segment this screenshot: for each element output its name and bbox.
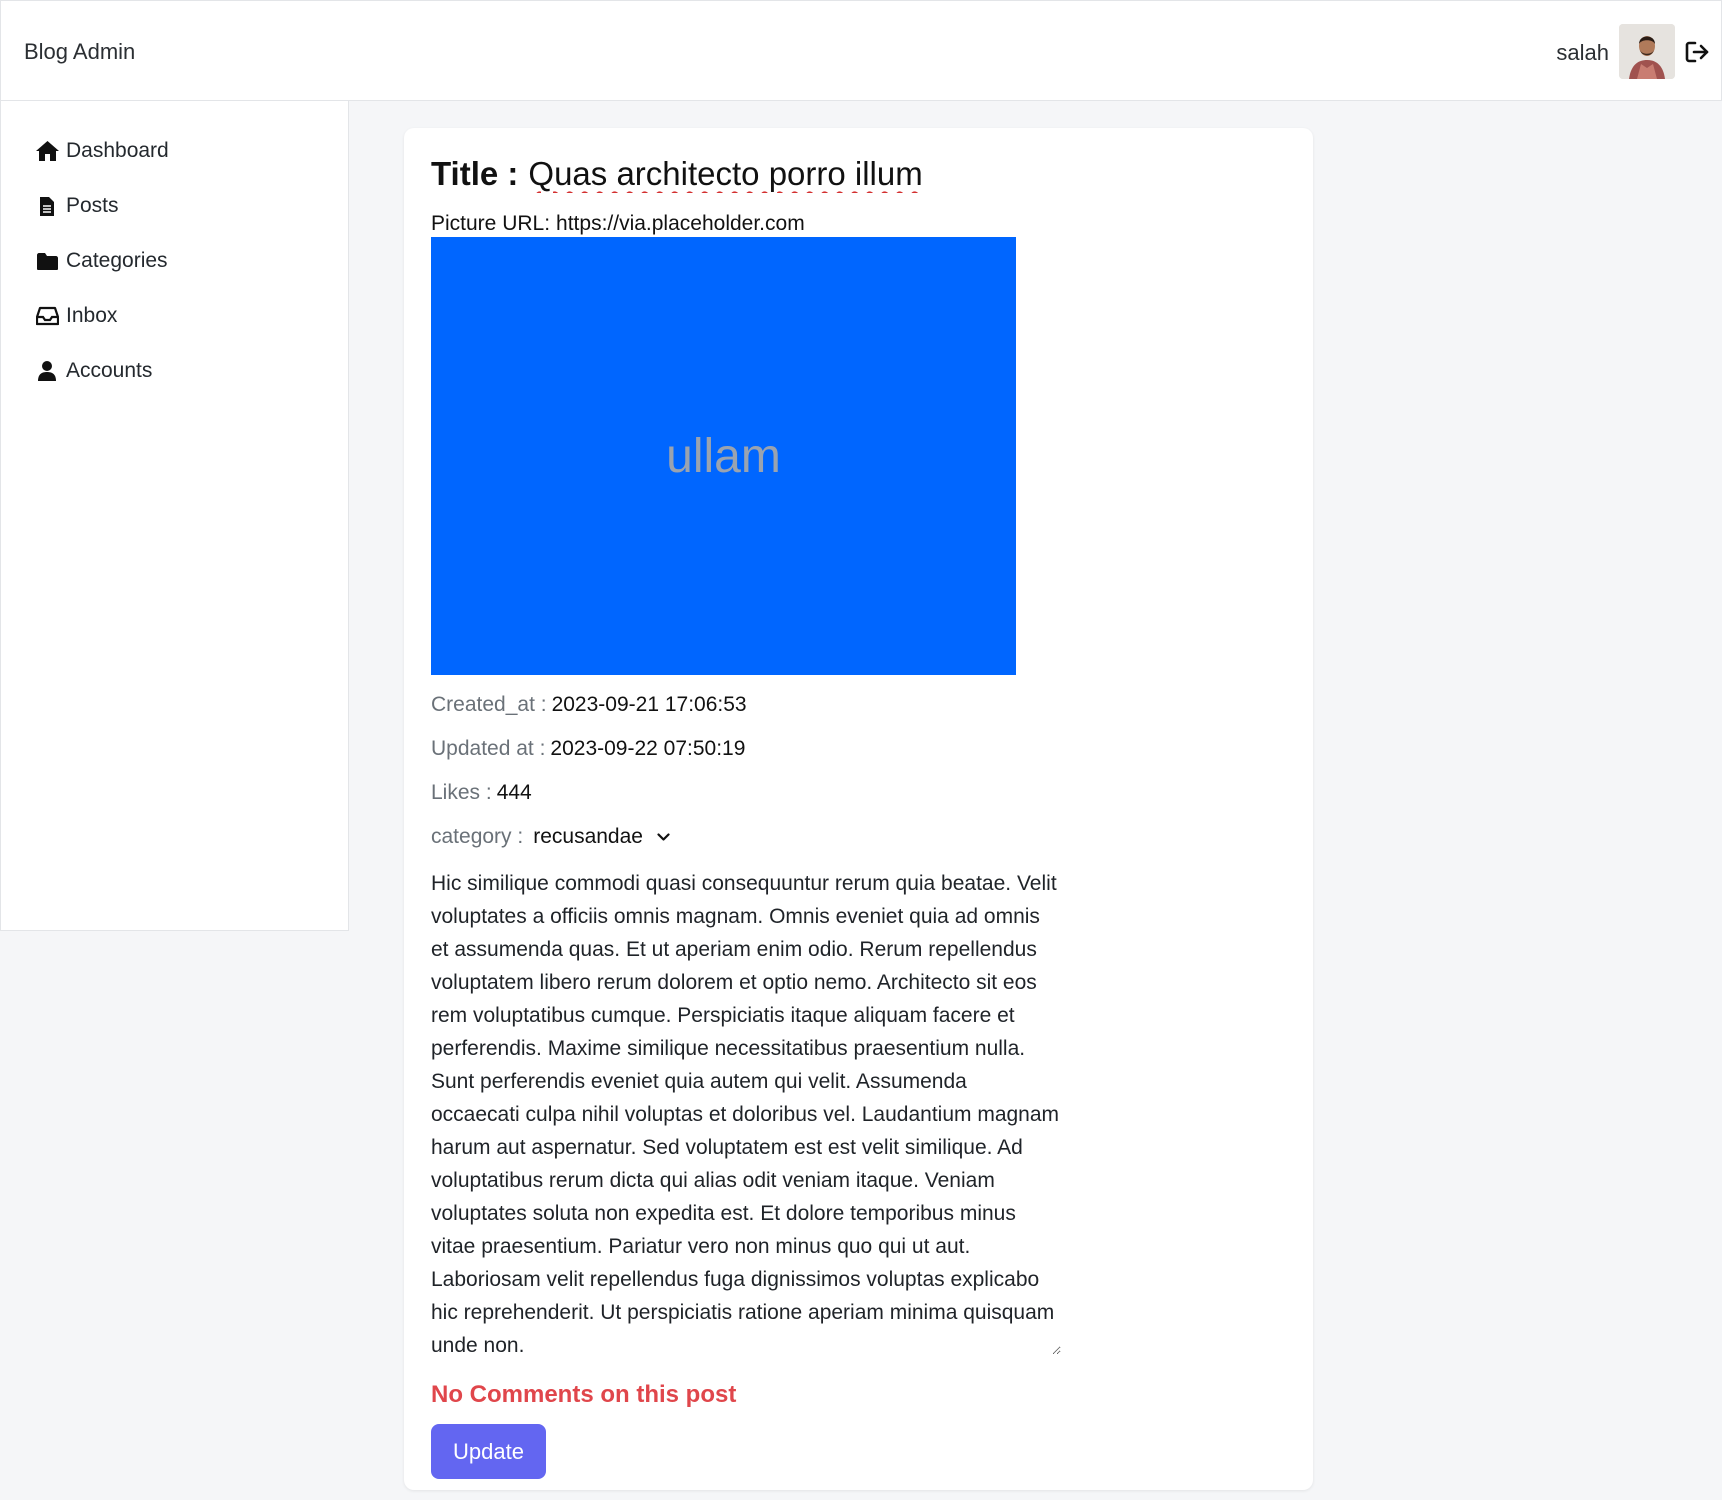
folder-icon — [34, 252, 60, 271]
likes-label: Likes : — [431, 781, 492, 804]
logout-button[interactable] — [1685, 40, 1711, 64]
inbox-icon — [34, 306, 60, 326]
post-image-text: ullam — [666, 429, 781, 483]
sidebar-item-posts[interactable]: Posts — [34, 189, 119, 223]
picture-url-label: Picture URL: — [431, 212, 551, 235]
sidebar-item-inbox[interactable]: Inbox — [34, 299, 117, 333]
update-button[interactable]: Update — [431, 1424, 546, 1479]
sidebar-item-categories[interactable]: Categories — [34, 244, 168, 278]
picture-url-row: Picture URL: — [431, 210, 807, 238]
no-comments-message: No Comments on this post — [431, 1381, 737, 1408]
updated-at-label: Updated at : — [431, 737, 546, 760]
sidebar-item-label: Inbox — [66, 304, 118, 327]
avatar-image — [1619, 24, 1675, 79]
sidebar: Dashboard Posts Categories Inbox Account… — [0, 101, 349, 931]
chevron-down-icon — [657, 832, 670, 841]
sign-out-icon — [1685, 41, 1709, 63]
updated-at-row: Updated at : 2023-09-22 07:50:19 — [431, 734, 745, 764]
created-at-value: 2023-09-21 17:06:53 — [551, 693, 747, 716]
title-label: Title : — [431, 155, 519, 192]
content-textarea[interactable]: Hic similique commodi quasi consequuntur… — [431, 867, 1061, 1355]
title-row: Title : — [431, 154, 929, 194]
created-at-label: Created_at : — [431, 693, 547, 716]
category-selected-value: recusandae — [533, 825, 643, 848]
likes-value: 444 — [496, 781, 532, 804]
post-image: ullam — [431, 237, 1016, 675]
category-select[interactable]: recusandae — [533, 825, 670, 849]
category-label: category : — [431, 825, 524, 848]
post-card: Title : Picture URL: ullam Created_at : … — [404, 128, 1313, 1490]
sidebar-item-label: Posts — [66, 194, 119, 217]
avatar[interactable] — [1619, 24, 1675, 79]
home-icon — [34, 140, 60, 162]
sidebar-item-label: Dashboard — [66, 139, 169, 162]
top-header: Blog Admin salah — [0, 0, 1722, 101]
title-input[interactable] — [528, 155, 929, 193]
file-icon — [34, 196, 60, 217]
sidebar-item-accounts[interactable]: Accounts — [34, 354, 152, 388]
sidebar-item-label: Accounts — [66, 359, 153, 382]
category-row: category : recusandae — [431, 822, 670, 852]
user-icon — [34, 360, 60, 382]
likes-row: Likes : 444 — [431, 778, 532, 808]
picture-url-input[interactable] — [556, 212, 807, 236]
user-name: salah — [1556, 40, 1609, 65]
sidebar-item-dashboard[interactable]: Dashboard — [34, 134, 169, 168]
updated-at-value: 2023-09-22 07:50:19 — [550, 737, 746, 760]
created-at-row: Created_at : 2023-09-21 17:06:53 — [431, 690, 747, 720]
brand-title[interactable]: Blog Admin — [24, 39, 135, 65]
sidebar-item-label: Categories — [66, 249, 168, 272]
